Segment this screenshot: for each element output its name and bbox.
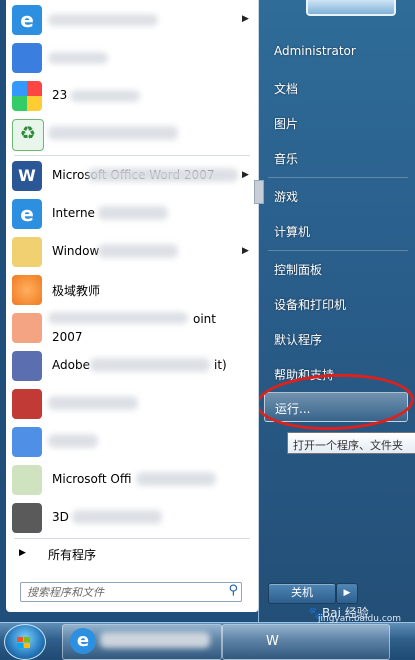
program-label: Interne	[52, 206, 95, 220]
blurred-label	[48, 126, 178, 140]
program-label: Microsoft Offi	[52, 472, 132, 486]
program-item-2[interactable]	[8, 40, 252, 76]
search-icon[interactable]: ⚲	[228, 583, 238, 598]
right-item-pictures[interactable]: 图片	[274, 115, 298, 132]
program-item-word-2007[interactable]: W Microsoft Office Word 2007 ▶	[8, 158, 252, 194]
app-icon	[12, 389, 42, 419]
user-picture-frame	[306, 0, 396, 16]
blurred-label	[90, 358, 210, 372]
blurred-label	[72, 510, 162, 524]
app-icon	[12, 503, 42, 533]
program-item-3d[interactable]: 3D	[8, 500, 252, 536]
taskbar-task-label: W	[266, 634, 279, 649]
submenu-arrow-icon: ▶	[242, 246, 249, 256]
program-label: 极域教师	[52, 284, 101, 298]
blurred-label	[48, 434, 98, 448]
folder-icon	[12, 237, 42, 267]
right-item-music[interactable]: 音乐	[274, 150, 298, 167]
program-item-10[interactable]	[8, 424, 252, 460]
program-label: 23	[52, 88, 68, 102]
run-tooltip: 打开一个程序、文件夹	[287, 432, 415, 454]
right-item-games[interactable]: 游戏	[274, 188, 298, 205]
right-item-computer[interactable]: 计算机	[274, 223, 310, 240]
program-label: oint	[193, 312, 216, 326]
all-programs-button[interactable]: 所有程序	[48, 546, 96, 563]
powerpoint-icon	[12, 313, 42, 343]
program-label: 2007	[52, 330, 83, 344]
shutdown-options-button[interactable]: ▶	[336, 583, 358, 604]
program-item-2345[interactable]: 23	[8, 78, 252, 114]
program-item-internet-explorer[interactable]: e Interne	[8, 196, 252, 232]
scrollbar-thumb[interactable]	[254, 180, 264, 204]
right-item-documents[interactable]: 文档	[274, 80, 298, 97]
submenu-arrow-icon: ▶	[242, 14, 249, 24]
programs-separator	[14, 155, 250, 156]
windows-logo-icon	[17, 637, 30, 648]
right-item-control-panel[interactable]: 控制面板	[274, 261, 322, 278]
program-item-windows[interactable]: Window ▶	[8, 234, 252, 270]
search-input[interactable]	[27, 584, 217, 600]
program-item-powerpoint-2007[interactable]: oint 2007	[8, 310, 252, 346]
right-item-default-programs[interactable]: 默认程序	[274, 331, 322, 348]
blurred-label	[48, 52, 108, 64]
blurred-label	[48, 396, 138, 410]
program-item-teacher[interactable]: 极域教师	[8, 272, 252, 308]
ie-icon: e	[12, 5, 42, 35]
right-item-user[interactable]: Administrator	[274, 44, 356, 58]
blurred-label	[48, 14, 158, 26]
program-item-microsoft-office[interactable]: Microsoft Offi	[8, 462, 252, 498]
teacher-app-icon	[12, 275, 42, 305]
shutdown-button[interactable]: 关机	[268, 583, 336, 604]
adobe-icon	[12, 351, 42, 381]
program-label: Adobe	[52, 358, 90, 372]
submenu-arrow-icon: ▶	[242, 170, 249, 180]
program-item-ie-pinned[interactable]: e ▶	[8, 2, 252, 38]
search-box[interactable]: ⚲	[20, 582, 242, 602]
blurred-label	[48, 312, 188, 324]
blurred-label	[136, 472, 216, 486]
program-label: 3D	[52, 510, 69, 524]
office-icon	[12, 465, 42, 495]
program-label: it)	[214, 358, 227, 372]
taskbar-button-word[interactable]	[222, 624, 390, 660]
ie-icon: e	[12, 199, 42, 229]
all-programs-arrow-icon: ▶	[19, 548, 26, 558]
watermark-url: jingyan.baidu.com	[318, 614, 402, 624]
app-icon	[12, 43, 42, 73]
blurred-label	[70, 90, 140, 102]
programs-separator	[14, 538, 250, 539]
program-item-9[interactable]	[8, 386, 252, 422]
program-label: Window	[52, 244, 100, 258]
blurred-label	[100, 632, 210, 648]
recycle-bin-icon: ♻	[12, 119, 44, 151]
word-icon: W	[12, 161, 42, 191]
chevron-right-icon: ▶	[343, 588, 351, 598]
app-icon	[12, 427, 42, 457]
colorful-app-icon	[12, 81, 42, 111]
right-separator	[268, 177, 408, 178]
blurred-label	[98, 244, 178, 258]
program-item-recycle[interactable]: ♻	[8, 116, 252, 152]
blurred-label	[98, 206, 168, 220]
blurred-label	[88, 168, 238, 182]
ie-icon: e	[70, 628, 96, 654]
right-separator	[268, 250, 408, 251]
program-item-adobe[interactable]: Adobe it)	[8, 348, 252, 384]
right-item-devices-printers[interactable]: 设备和打印机	[274, 296, 346, 313]
